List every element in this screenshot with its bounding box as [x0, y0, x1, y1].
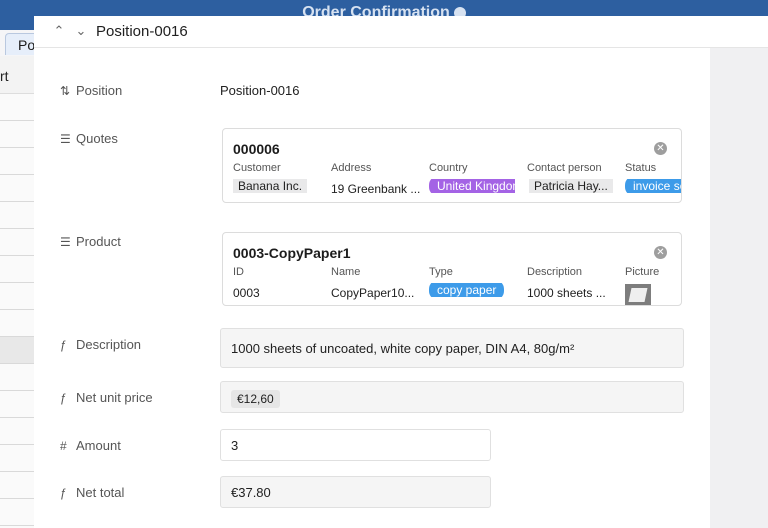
amount-input[interactable]: 3: [220, 429, 491, 461]
product-label-text: Product: [76, 234, 121, 249]
column-header: Customer: [233, 162, 281, 174]
formula-icon: ƒ: [60, 390, 67, 405]
side-panel: [710, 46, 768, 528]
picture-thumbnail[interactable]: [625, 284, 651, 305]
table-row[interactable]: [0, 256, 34, 283]
column-header: Description: [527, 266, 583, 278]
type-chip: copy paper: [429, 283, 505, 297]
product-id-value: 0003: [233, 286, 260, 300]
status-chip: invoice se: [625, 179, 681, 193]
position-label: ⇅ Position: [60, 83, 122, 98]
column-header: Picture: [625, 266, 660, 278]
remove-link-icon[interactable]: ✕: [654, 142, 667, 155]
table-row[interactable]: [0, 310, 34, 337]
record-modal: ⌃ ⌄ Position-0016 ⇅ Position Position-00…: [34, 16, 768, 528]
product-name-value: CopyPaper10...: [331, 286, 415, 300]
net-total-field: €37.80: [220, 476, 491, 508]
remove-link-icon[interactable]: ✕: [654, 246, 667, 259]
contact-chip: Patricia Hay...: [529, 179, 613, 193]
table-row[interactable]: [0, 337, 34, 364]
product-label: ☰ Product: [60, 234, 121, 249]
amount-label-text: Amount: [76, 438, 121, 453]
position-label-text: Position: [76, 83, 123, 98]
column-header: Country: [429, 162, 468, 174]
link-list-icon: ☰: [60, 131, 71, 146]
chevron-down-icon[interactable]: ⌄: [74, 24, 88, 38]
amount-label: # Amount: [60, 438, 121, 453]
quote-card-title: 000006: [233, 141, 280, 157]
table-row[interactable]: [0, 391, 34, 418]
number-icon: #: [60, 438, 67, 453]
contact-person-value: Patricia Hay...: [529, 179, 613, 193]
status-value: invoice se: [625, 179, 681, 193]
net-unit-price-label: ƒ Net unit price: [60, 390, 153, 405]
product-link-card[interactable]: 0003-CopyPaper1 ✕ ID Name Type Descripti…: [222, 232, 682, 306]
quotes-label: ☰ Quotes: [60, 131, 118, 146]
toolbar-text: rt: [0, 68, 9, 84]
sort-icon: ⇅: [60, 83, 71, 98]
country-value: United Kingdom: [429, 179, 515, 193]
table-row[interactable]: [0, 445, 34, 472]
table-row[interactable]: [0, 499, 34, 526]
column-header: Contact person: [527, 162, 602, 174]
country-chip: United Kingdom: [429, 179, 515, 193]
quotes-label-text: Quotes: [76, 131, 118, 146]
table-row[interactable]: [0, 283, 34, 310]
net-unit-price-label-text: Net unit price: [76, 390, 153, 405]
net-total-label-text: Net total: [76, 485, 125, 500]
description-label-text: Description: [76, 337, 142, 352]
customer-value: Banana Inc.: [233, 179, 308, 193]
description-field: 1000 sheets of uncoated, white copy pape…: [220, 328, 684, 368]
product-card-title: 0003-CopyPaper1: [233, 245, 351, 261]
table-row[interactable]: [0, 229, 34, 256]
table-row[interactable]: [0, 364, 34, 391]
column-header: Address: [331, 162, 372, 174]
table-row[interactable]: [0, 418, 34, 445]
net-unit-price-field: €12,60: [220, 381, 684, 413]
quote-link-card[interactable]: 000006 ✕ Customer Address Country Contac…: [222, 128, 682, 203]
address-value: 19 Greenbank ...: [331, 182, 421, 196]
table-row[interactable]: [0, 175, 34, 202]
column-header: Status: [625, 162, 657, 174]
table-row[interactable]: [0, 472, 34, 499]
column-header: ID: [233, 266, 244, 278]
function-icon: ƒ: [60, 485, 67, 500]
table-row[interactable]: [0, 202, 34, 229]
background-table: [0, 94, 34, 528]
chevron-up-icon[interactable]: ⌃: [52, 24, 66, 38]
modal-title: Position-0016: [96, 23, 188, 40]
product-description-value: 1000 sheets ...: [527, 286, 606, 300]
customer-chip: Banana Inc.: [233, 179, 308, 193]
price-chip: €12,60: [231, 390, 280, 408]
table-row[interactable]: [0, 94, 34, 121]
column-header: Type: [429, 266, 453, 278]
toolbar-fragment: rt: [0, 56, 34, 94]
link-list-icon: ☰: [60, 234, 71, 249]
formula-icon: ƒ: [60, 337, 67, 352]
position-value: Position-0016: [220, 83, 300, 98]
net-total-label: ƒ Net total: [60, 485, 124, 500]
column-header: Name: [331, 266, 361, 278]
modal-header: ⌃ ⌄ Position-0016: [34, 16, 768, 48]
description-label: ƒ Description: [60, 337, 141, 352]
product-type-value: copy paper: [429, 283, 505, 297]
table-row[interactable]: [0, 148, 34, 175]
table-row[interactable]: [0, 121, 34, 148]
